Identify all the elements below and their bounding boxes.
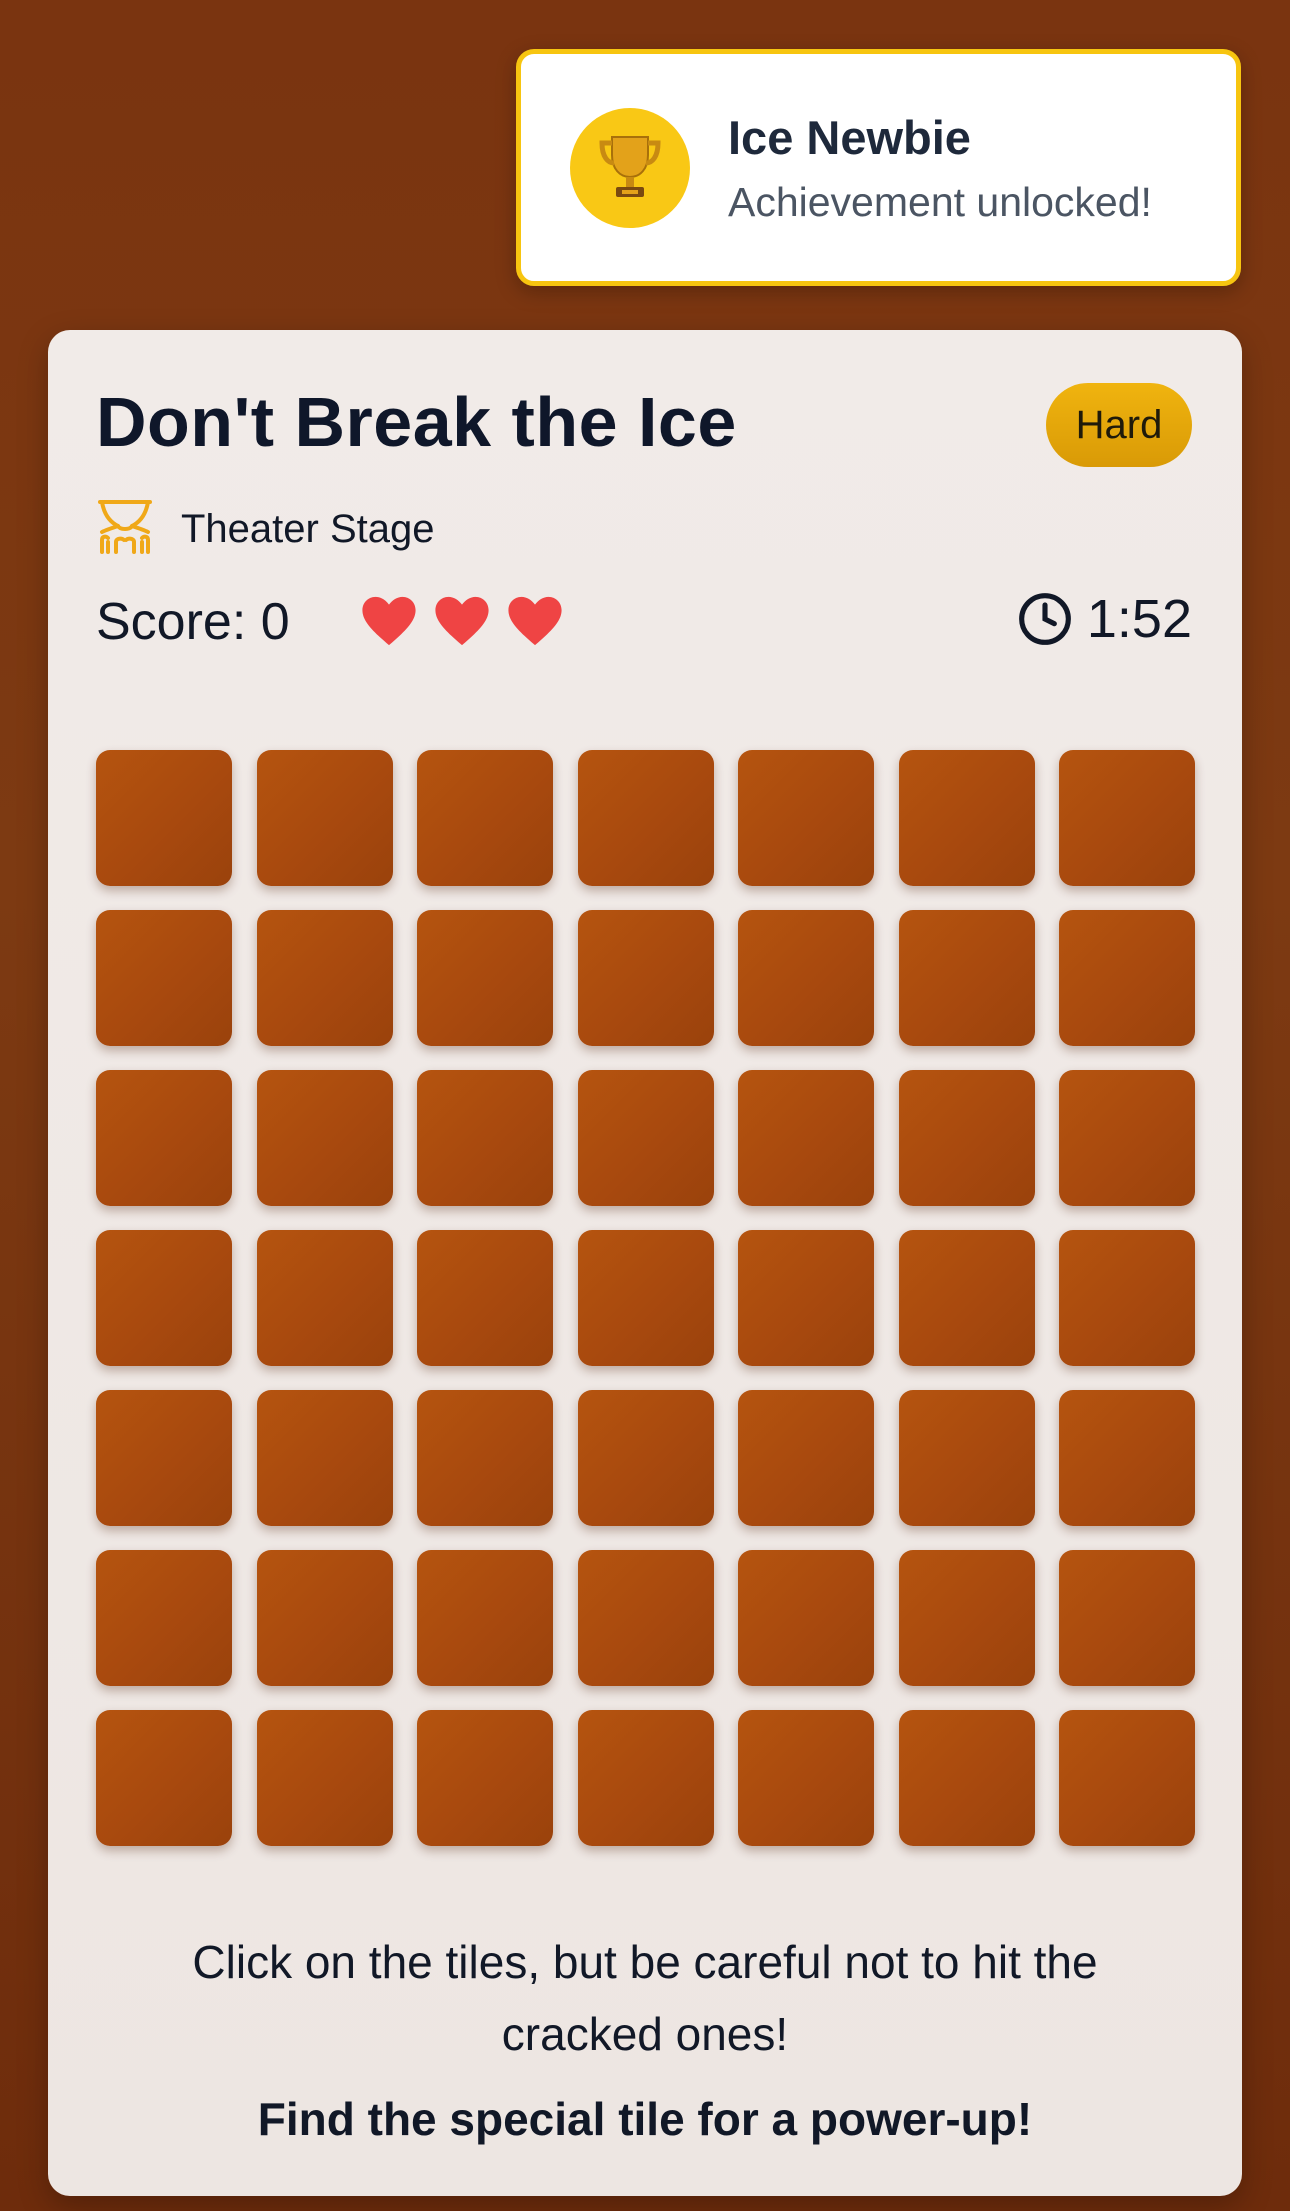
- ice-tile[interactable]: [898, 750, 1035, 886]
- ice-tile[interactable]: [96, 750, 232, 886]
- location-label: Theater Stage: [181, 507, 435, 551]
- tile-grid: [96, 750, 1195, 1846]
- ice-tile[interactable]: [1059, 750, 1195, 886]
- ice-tile[interactable]: [96, 1230, 232, 1366]
- ice-tile[interactable]: [577, 1710, 714, 1846]
- ice-tile[interactable]: [417, 1070, 553, 1206]
- theater-curtain-icon: [96, 498, 154, 561]
- ice-tile[interactable]: [898, 1390, 1035, 1526]
- instructions-text: Click on the tiles, but be careful not t…: [192, 1936, 1098, 2060]
- ice-tile[interactable]: [417, 1390, 553, 1526]
- ice-tile[interactable]: [738, 1550, 874, 1686]
- ice-tile[interactable]: [738, 910, 874, 1046]
- difficulty-badge: Hard: [1046, 383, 1192, 467]
- ice-tile[interactable]: [417, 1230, 553, 1366]
- ice-tile[interactable]: [417, 910, 553, 1046]
- ice-tile[interactable]: [96, 1390, 232, 1526]
- trophy-icon: [570, 107, 690, 228]
- ice-tile[interactable]: [1059, 1070, 1195, 1206]
- game-card: Don't Break the Ice Hard Theater Stage S…: [48, 330, 1242, 2196]
- ice-tile[interactable]: [898, 910, 1035, 1046]
- achievement-toast: Ice Newbie Achievement unlocked!: [516, 49, 1241, 286]
- ice-tile[interactable]: [898, 1550, 1035, 1686]
- ice-tile[interactable]: [898, 1070, 1035, 1206]
- ice-tile[interactable]: [256, 1710, 393, 1846]
- timer: 1:52: [1017, 588, 1192, 650]
- ice-tile[interactable]: [256, 910, 393, 1046]
- ice-tile[interactable]: [1059, 910, 1195, 1046]
- ice-tile[interactable]: [898, 1710, 1035, 1846]
- ice-tile[interactable]: [577, 1230, 714, 1366]
- ice-tile[interactable]: [1059, 1710, 1195, 1846]
- achievement-title: Ice Newbie: [728, 110, 971, 164]
- ice-tile[interactable]: [738, 1230, 874, 1366]
- ice-tile[interactable]: [256, 1070, 393, 1206]
- ice-tile[interactable]: [256, 1550, 393, 1686]
- score-display: Score: 0: [96, 593, 290, 651]
- ice-tile[interactable]: [577, 750, 714, 886]
- power-up-tip: Find the special tile for a power-up!: [257, 2093, 1033, 2145]
- ice-tile[interactable]: [96, 1550, 232, 1686]
- ice-tile[interactable]: [256, 750, 393, 886]
- ice-tile[interactable]: [417, 1710, 553, 1846]
- game-title: Don't Break the Ice: [96, 383, 737, 461]
- ice-tile[interactable]: [577, 1390, 714, 1526]
- ice-tile[interactable]: [738, 1390, 874, 1526]
- heart-icon: [362, 596, 416, 646]
- ice-tile[interactable]: [417, 1550, 553, 1686]
- ice-tile[interactable]: [1059, 1550, 1195, 1686]
- heart-icon: [435, 596, 489, 646]
- ice-tile[interactable]: [417, 750, 553, 886]
- location: Theater Stage: [96, 498, 435, 561]
- ice-tile[interactable]: [577, 910, 714, 1046]
- ice-tile[interactable]: [1059, 1230, 1195, 1366]
- heart-icon: [508, 596, 562, 646]
- ice-tile[interactable]: [738, 750, 874, 886]
- ice-tile[interactable]: [256, 1230, 393, 1366]
- achievement-subtitle: Achievement unlocked!: [728, 178, 1152, 225]
- ice-tile[interactable]: [898, 1230, 1035, 1366]
- ice-tile[interactable]: [96, 1710, 232, 1846]
- ice-tile[interactable]: [577, 1550, 714, 1686]
- ice-tile[interactable]: [738, 1070, 874, 1206]
- ice-tile[interactable]: [1059, 1390, 1195, 1526]
- clock-icon: [1018, 593, 1071, 645]
- ice-tile[interactable]: [96, 910, 232, 1046]
- ice-tile[interactable]: [96, 1070, 232, 1206]
- ice-tile[interactable]: [256, 1390, 393, 1526]
- timer-value: 1:52: [1086, 589, 1192, 649]
- ice-tile[interactable]: [577, 1070, 714, 1206]
- lives: [360, 594, 579, 648]
- ice-tile[interactable]: [738, 1710, 874, 1846]
